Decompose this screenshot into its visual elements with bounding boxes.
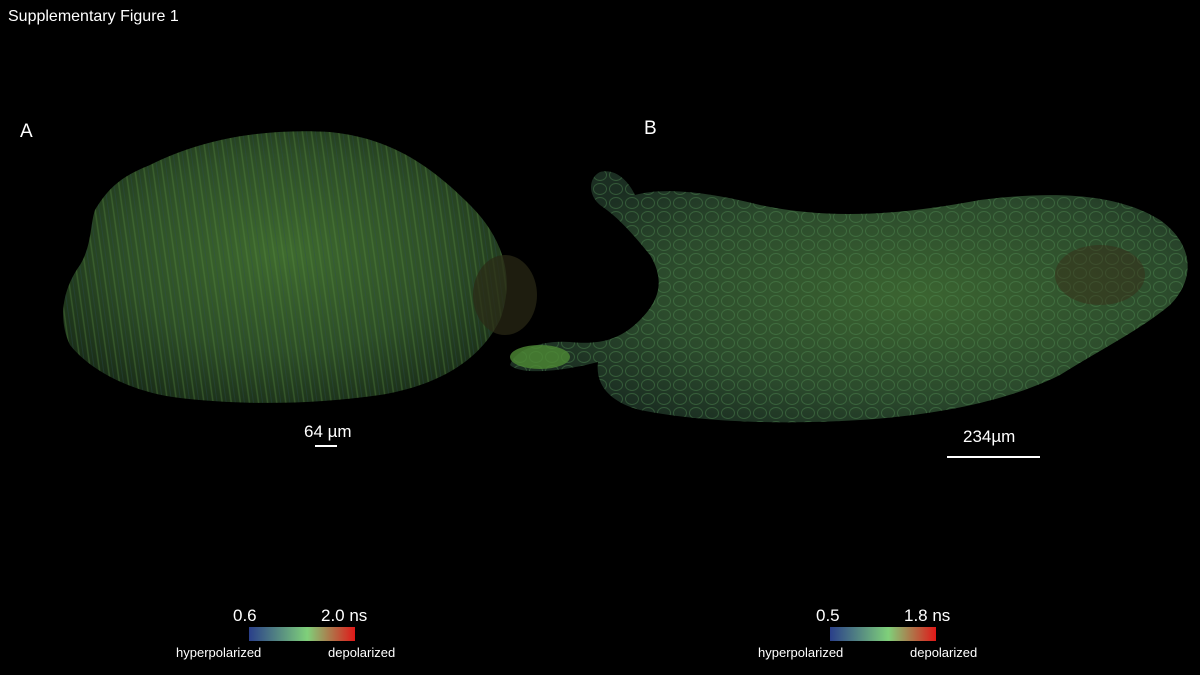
colorbar-left-label-a: hyperpolarized: [176, 645, 262, 660]
colorbar-right-label-b: depolarized: [910, 645, 978, 660]
panel-label-b: B: [644, 118, 657, 139]
colorbar-left-label-b: hyperpolarized: [758, 645, 844, 660]
panel-b-tissue: [510, 171, 1188, 423]
colorbar-min-a: 0.6: [233, 606, 257, 625]
scale-bar-label-a: 64 µm: [304, 422, 352, 441]
scale-bar-b: [947, 456, 1040, 458]
colorbar-min-b: 0.5: [816, 606, 840, 625]
colorbar-max-b: 1.8 ns: [904, 606, 951, 625]
scale-bar-label-b: 234µm: [963, 427, 1016, 446]
panel-a-tissue: [63, 131, 537, 403]
colorbar-right-label-a: depolarized: [328, 645, 396, 660]
panel-label-a: A: [20, 121, 33, 142]
tissue-images: [63, 131, 1188, 423]
colorbar-max-a: 2.0 ns: [321, 606, 368, 625]
colorbar-a: [249, 627, 355, 641]
colorbar-b: [830, 627, 936, 641]
figure-title: Supplementary Figure 1: [8, 8, 179, 25]
scale-bar-a: [315, 445, 337, 447]
